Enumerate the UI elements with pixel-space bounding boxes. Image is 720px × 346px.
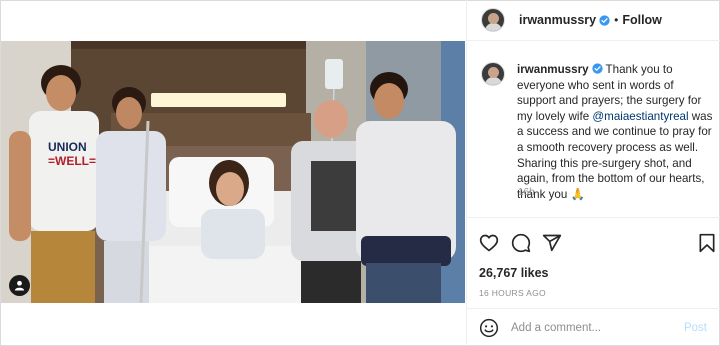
post-header: irwanmussry • Follow — [467, 0, 720, 41]
comment-box: Post — [479, 316, 715, 340]
caption: irwanmussry Thank you to everyone who se… — [481, 62, 713, 202]
caption-avatar[interactable] — [481, 62, 505, 86]
share-icon[interactable] — [542, 233, 562, 253]
pray-emoji: 🙏 — [570, 187, 585, 201]
hospital-photo: UNION =WELL= — [1, 41, 465, 303]
user-tag-icon — [14, 280, 25, 291]
bookmark-icon[interactable] — [697, 233, 717, 253]
shirt-text-1: UNION — [48, 140, 87, 154]
comment-divider — [467, 308, 720, 309]
post-comment-button[interactable]: Post — [684, 322, 707, 334]
comments-divider — [467, 217, 720, 218]
caption-text: irwanmussry Thank you to everyone who se… — [517, 62, 713, 202]
mention-link[interactable]: @maiaestiantyreal — [592, 110, 688, 123]
heart-icon[interactable] — [479, 233, 499, 253]
follow-button[interactable]: Follow — [622, 13, 662, 27]
post-photo[interactable]: UNION =WELL= — [1, 41, 465, 303]
avatar[interactable] — [481, 8, 505, 32]
shirt-text-2: =WELL= — [48, 154, 96, 168]
comment-input[interactable] — [511, 322, 671, 334]
panel-divider — [466, 0, 467, 346]
likes-count[interactable]: 26,767 likes — [479, 266, 549, 280]
verified-badge-icon — [591, 63, 603, 74]
caption-body-2: was a success and we continue to pray fo… — [517, 109, 713, 201]
comment-icon[interactable] — [511, 233, 531, 253]
caption-username[interactable]: irwanmussry — [517, 63, 589, 76]
header-username[interactable]: irwanmussry — [519, 13, 596, 27]
verified-badge-icon — [599, 14, 610, 26]
user-tag-button[interactable] — [9, 275, 30, 296]
action-bar — [479, 233, 715, 255]
emoji-icon[interactable] — [479, 318, 499, 338]
post-timestamp[interactable]: 16 HOURS AGO — [479, 288, 546, 298]
caption-time[interactable]: 16h — [518, 187, 535, 198]
separator-dot: • — [614, 13, 619, 27]
